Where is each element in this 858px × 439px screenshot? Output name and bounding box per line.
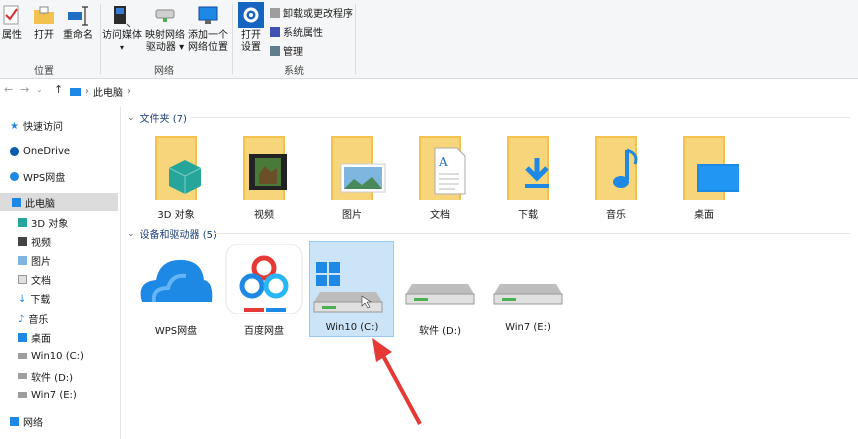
sidebar-item-onedrive[interactable]: OneDrive — [10, 142, 128, 160]
windows-drive-icon — [313, 262, 383, 313]
this-pc-icon — [70, 87, 81, 96]
system-group-label: 系统 — [284, 66, 304, 77]
sidebar-item-videos[interactable]: 视频 — [18, 232, 136, 250]
manage-icon — [270, 45, 280, 56]
sidebar-item-drive-c[interactable]: Win10 (C:) — [18, 347, 136, 365]
navigation-pane: ★ 快速访问 OneDrive WPS网盘 此电脑 3D 对象 视频 图片 文档 … — [0, 106, 121, 439]
music-icon — [595, 136, 638, 200]
folder-documents[interactable]: A 文档 — [398, 128, 482, 221]
device-drive-e[interactable]: Win7 (E:) — [486, 244, 570, 336]
breadcrumb-separator: › — [127, 86, 131, 97]
uninstall-program-button[interactable]: 卸载或更改程序 — [270, 5, 353, 20]
sidebar-item-downloads[interactable]: ↓ 下载 — [18, 289, 136, 307]
desktop-icon — [18, 332, 27, 342]
sidebar-item-wps-drive[interactable]: WPS网盘 — [10, 167, 128, 185]
breadcrumb[interactable]: › 此电脑 › — [70, 84, 131, 99]
sidebar-item-desktop[interactable]: 桌面 — [18, 328, 136, 346]
up-arrow-icon[interactable]: ↑ — [54, 83, 63, 96]
download-icon — [507, 136, 549, 200]
breadcrumb-separator: › — [85, 86, 89, 97]
drive-icon — [405, 284, 475, 305]
ribbon-separator — [355, 4, 356, 74]
device-drive-d[interactable]: 软件 (D:) — [398, 244, 482, 337]
3d-objects-icon — [18, 217, 27, 227]
back-arrow-icon[interactable]: ← — [4, 83, 13, 96]
ribbon-separator — [100, 4, 101, 74]
folder-3d-objects[interactable]: 3D 对象 — [134, 128, 218, 221]
network-drive-icon — [155, 9, 175, 22]
map-network-drive-button[interactable]: 映射网络 驱动器 ▾ — [144, 4, 186, 54]
sidebar-item-documents[interactable]: 文档 — [18, 270, 136, 288]
sidebar-item-3d-objects[interactable]: 3D 对象 — [18, 213, 136, 231]
document-icon — [18, 274, 27, 284]
system-properties-button[interactable]: 系统属性 — [270, 24, 323, 39]
video-icon — [18, 236, 27, 246]
folder-downloads[interactable]: 下载 — [486, 128, 570, 221]
sidebar-item-pictures[interactable]: 图片 — [18, 251, 136, 269]
sidebar-item-quick-access[interactable]: ★ 快速访问 — [10, 116, 128, 134]
device-drive-c[interactable]: Win10 (C:) — [310, 244, 394, 336]
chevron-down-icon[interactable]: ⌄ — [36, 85, 43, 94]
this-pc-icon — [12, 197, 21, 207]
forward-arrow-icon[interactable]: → — [20, 83, 29, 96]
folder-pictures[interactable]: 图片 — [310, 128, 394, 221]
open-folder-icon — [34, 6, 54, 24]
devices-section-header[interactable]: ⌄ 设备和驱动器 (5) — [127, 226, 217, 242]
picture-icon — [331, 136, 386, 200]
cloud-icon — [10, 146, 19, 156]
device-wps-drive[interactable]: WPS网盘 — [134, 244, 218, 337]
address-bar: ← → ⌄ ↑ › 此电脑 › — [0, 79, 858, 101]
location-group-label: 位置 — [34, 66, 54, 77]
properties-button[interactable]: 属性 — [0, 4, 24, 42]
drive-icon — [18, 392, 27, 398]
sidebar-item-music[interactable]: ♪ 音乐 — [18, 309, 136, 327]
section-divider — [190, 117, 850, 118]
open-settings-button[interactable]: 打开 设置 — [236, 2, 266, 54]
manage-button[interactable]: 管理 — [270, 43, 303, 58]
section-divider — [215, 233, 850, 234]
folder-videos[interactable]: 视频 — [222, 128, 306, 221]
sidebar-item-drive-d[interactable]: 软件 (D:) — [18, 367, 136, 385]
access-media-button[interactable]: 访问媒体 ▾ — [102, 4, 142, 54]
network-group-label: 网络 — [154, 66, 174, 77]
sidebar-item-drive-e[interactable]: Win7 (E:) — [18, 386, 136, 404]
properties-icon — [3, 5, 19, 25]
folders-section-header[interactable]: ⌄ 文件夹 (7) — [127, 110, 187, 126]
folder-music[interactable]: 音乐 — [574, 128, 658, 221]
3d-objects-icon — [155, 136, 202, 200]
media-icon — [114, 6, 131, 28]
chevron-down-icon: ⌄ — [127, 112, 135, 123]
folder-desktop[interactable]: 桌面 — [662, 128, 746, 221]
star-icon: ★ — [10, 120, 19, 132]
system-properties-icon — [270, 26, 280, 37]
drive-icon — [18, 353, 27, 359]
network-icon — [10, 416, 19, 426]
wps-cloud-icon — [10, 171, 19, 181]
ribbon: 属性 打开 重命名 位置 访问媒体 ▾ 映射网络 驱动器 ▾ 添加一个 网络位置 网络… — [0, 0, 858, 79]
sidebar-item-this-pc[interactable]: 此电脑 — [0, 193, 118, 211]
ribbon-separator — [232, 4, 233, 74]
download-icon: ↓ — [18, 293, 27, 305]
sidebar-item-network[interactable]: 网络 — [10, 412, 128, 430]
chevron-down-icon: ⌄ — [127, 228, 135, 239]
device-baidu-drive[interactable]: 百度网盘 — [222, 243, 306, 337]
drive-icon — [493, 284, 563, 305]
desktop-icon — [683, 136, 741, 200]
music-icon: ♪ — [18, 313, 25, 325]
wps-cloud-icon — [140, 259, 213, 303]
gear-icon — [238, 2, 264, 28]
drive-icon — [18, 373, 27, 379]
baidu-cloud-icon — [225, 243, 303, 315]
network-location-icon — [198, 6, 218, 24]
video-icon — [243, 136, 287, 200]
rename-icon — [68, 6, 88, 26]
add-network-location-button[interactable]: 添加一个 网络位置 — [186, 4, 230, 54]
open-button[interactable]: 打开 — [30, 4, 58, 42]
document-icon: A — [419, 136, 466, 200]
uninstall-icon — [270, 7, 280, 18]
svg-text:A: A — [438, 155, 448, 169]
rename-button[interactable]: 重命名 — [60, 4, 96, 42]
picture-icon — [18, 255, 27, 265]
